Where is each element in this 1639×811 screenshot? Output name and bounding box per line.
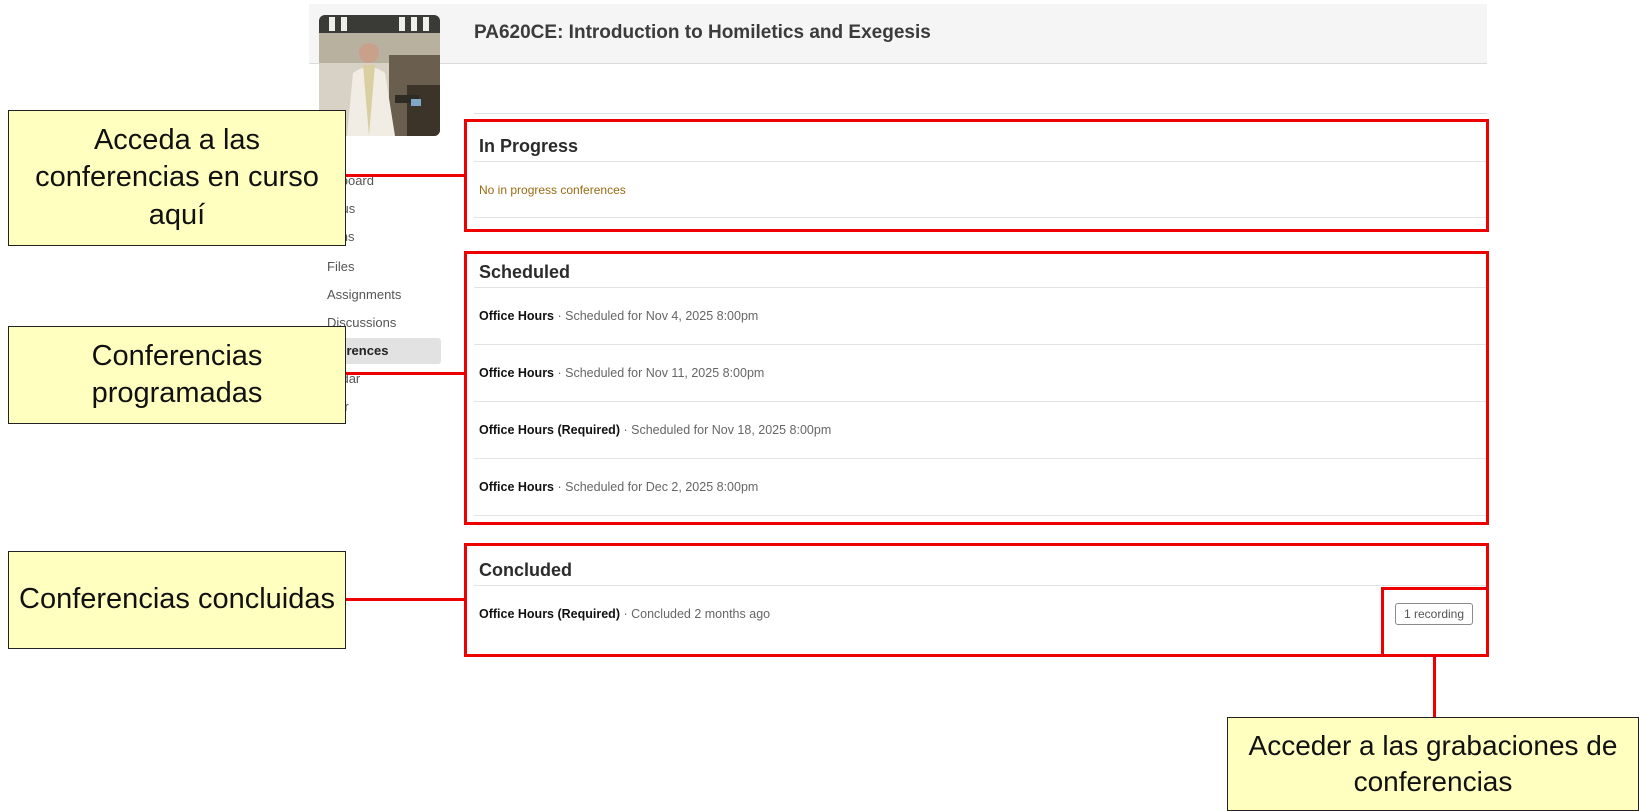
nav-item-assignments[interactable]: Assignments xyxy=(327,287,401,302)
concluded-connector xyxy=(346,598,466,601)
nav-item-files[interactable]: Files xyxy=(327,259,354,274)
callout-in-progress: Acceda a las conferencias en curso aquí xyxy=(8,110,346,246)
scheduled-connector xyxy=(346,372,466,375)
callout-recordings: Acceder a las grabaciones de conferencia… xyxy=(1227,717,1639,811)
in-progress-highlight xyxy=(464,119,1489,232)
callout-concluded: Conferencias concluidas xyxy=(8,551,346,649)
in-progress-connector xyxy=(346,174,466,177)
callout-scheduled: Conferencias programadas xyxy=(8,326,346,424)
recording-highlight xyxy=(1381,587,1489,657)
scheduled-highlight xyxy=(464,251,1489,525)
course-title: PA620CE: Introduction to Homiletics and … xyxy=(474,22,931,43)
concluded-highlight xyxy=(464,543,1489,657)
recording-connector xyxy=(1433,657,1436,717)
content-divider xyxy=(474,113,1487,114)
